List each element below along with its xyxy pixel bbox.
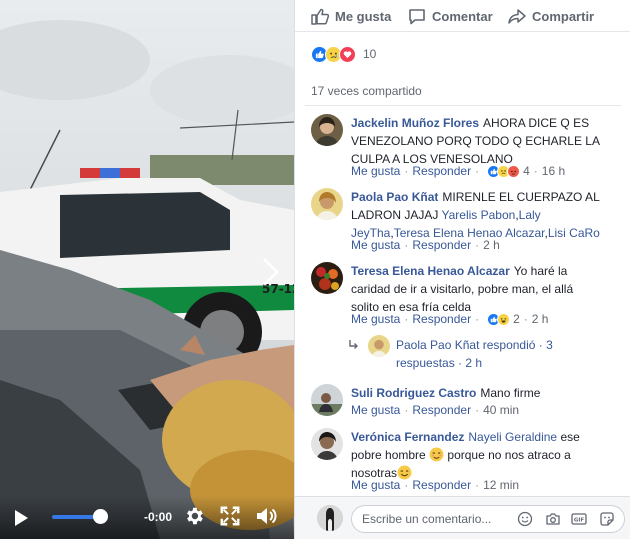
video-player[interactable]: IA 57-12 -0:00 xyxy=(0,0,294,539)
like-button[interactable]: Me gusta xyxy=(311,7,391,25)
avatar[interactable] xyxy=(368,335,390,357)
comment-author[interactable]: Paola Pao Kñat xyxy=(351,190,438,204)
comment-reply-link[interactable]: Responder xyxy=(412,238,471,252)
speaker-icon[interactable] xyxy=(255,505,279,527)
shares-count[interactable]: 17 veces compartido xyxy=(311,84,422,98)
comment-text: Mano firme xyxy=(480,386,541,400)
volume-slider-knob[interactable] xyxy=(93,509,108,524)
share-button[interactable]: Compartir xyxy=(508,7,594,25)
emoji-icon[interactable] xyxy=(517,511,533,527)
comment-composer: GIF xyxy=(295,496,630,539)
comment-meta: Me gusta · Responder · 40 min xyxy=(351,403,520,417)
avatar[interactable] xyxy=(311,188,343,220)
angry-icon xyxy=(507,164,521,178)
comments-panel: Me gusta Comentar Compartir 10 17 veces … xyxy=(294,0,630,539)
play-icon[interactable] xyxy=(12,508,30,528)
thumbs-up-icon xyxy=(311,8,329,25)
reactions-summary[interactable]: 10 xyxy=(311,44,376,64)
comment-author[interactable]: Jackelin Muñoz Flores xyxy=(351,116,479,130)
comment-time[interactable]: 40 min xyxy=(483,403,519,417)
comment-reply-link[interactable]: Responder xyxy=(412,403,471,417)
share-label: Compartir xyxy=(532,8,595,24)
comment-time[interactable]: 16 h xyxy=(542,164,565,178)
comment-button[interactable]: Comentar xyxy=(408,7,493,25)
comment-time[interactable]: 2 h xyxy=(532,312,549,326)
avatar[interactable] xyxy=(311,428,343,460)
view-replies-link[interactable]: Paola Pao Kñat respondió · 3 respuestas … xyxy=(396,336,596,372)
comment-label: Comentar xyxy=(432,8,493,24)
love-icon xyxy=(339,45,356,63)
comment-reply-link[interactable]: Responder xyxy=(412,164,471,178)
avatar[interactable] xyxy=(317,505,343,531)
comment-body: Suli Rodriguez Castro Mano firme xyxy=(351,384,601,402)
comment-like-link[interactable]: Me gusta xyxy=(351,312,400,326)
comment-body: Paola Pao Kñat MIRENLE EL CUERPAZO AL LAD… xyxy=(351,190,600,240)
comment-meta: Me gusta · Responder · 2 · 2 h xyxy=(351,312,549,326)
comment-input-box[interactable]: GIF xyxy=(351,505,625,533)
comment-author[interactable]: Verónica Fernandez xyxy=(351,430,464,444)
comment-meta: Me gusta · Responder · 2 h xyxy=(351,238,500,252)
gif-icon[interactable]: GIF xyxy=(571,511,587,527)
comment-like-link[interactable]: Me gusta xyxy=(351,478,400,492)
tag-link[interactable]: Lisi CaRo xyxy=(548,226,600,240)
comment-author[interactable]: Teresa Elena Henao Alcazar xyxy=(351,264,510,278)
post-action-bar: Me gusta Comentar Compartir xyxy=(295,0,630,32)
gif-label: GIF xyxy=(574,517,585,523)
gear-icon[interactable] xyxy=(183,505,205,527)
sticker-icon[interactable] xyxy=(599,511,615,527)
comment-meta: Me gusta · Responder · 4 · 16 h xyxy=(351,164,566,178)
haha-icon xyxy=(497,312,511,326)
reply-arrow-icon xyxy=(349,340,358,349)
comment-author[interactable]: Suli Rodriguez Castro xyxy=(351,386,476,400)
relieved-emoji-icon xyxy=(429,447,444,462)
comment-like-link[interactable]: Me gusta xyxy=(351,164,400,178)
comment-like-link[interactable]: Me gusta xyxy=(351,403,400,417)
comment-reactions[interactable] xyxy=(487,312,511,326)
video-frame: IA 57-12 xyxy=(0,0,294,539)
comment-body: Teresa Elena Henao Alcazar Yo haré la car… xyxy=(351,262,601,316)
comment-reactions[interactable] xyxy=(487,164,521,178)
time-label: -0:00 xyxy=(144,510,173,524)
video-controls: -0:00 xyxy=(0,496,294,539)
tag-link[interactable]: Nayeli Geraldine xyxy=(468,430,557,444)
comment-body: Jackelin Muñoz Flores AHORA DICE Q ES VEN… xyxy=(351,114,601,168)
tag-link[interactable]: Yarelis Pabon xyxy=(441,208,515,222)
comment-input[interactable] xyxy=(362,512,502,526)
comment-like-link[interactable]: Me gusta xyxy=(351,238,400,252)
comment-reaction-count: 2 xyxy=(513,312,520,326)
avatar[interactable] xyxy=(311,114,343,146)
divider xyxy=(305,105,621,106)
avatar[interactable] xyxy=(311,384,343,416)
fullscreen-icon[interactable] xyxy=(219,505,241,527)
comment-body: Verónica Fernandez Nayeli Geraldine ese p… xyxy=(351,428,601,482)
chevron-right-icon[interactable] xyxy=(258,256,284,288)
comment-reply-link[interactable]: Responder xyxy=(412,312,471,326)
comment-time[interactable]: 12 min xyxy=(483,478,519,492)
reactions-count[interactable]: 10 xyxy=(363,47,376,61)
like-label: Me gusta xyxy=(335,8,392,24)
camera-icon[interactable] xyxy=(545,511,561,527)
share-icon xyxy=(508,8,526,24)
comment-reaction-count: 4 xyxy=(523,164,530,178)
avatar[interactable] xyxy=(311,262,343,294)
comment-time[interactable]: 2 h xyxy=(483,238,500,252)
comment-meta: Me gusta · Responder · 12 min xyxy=(351,478,520,492)
comment-icon xyxy=(409,8,425,24)
comment-reply-link[interactable]: Responder xyxy=(412,478,471,492)
